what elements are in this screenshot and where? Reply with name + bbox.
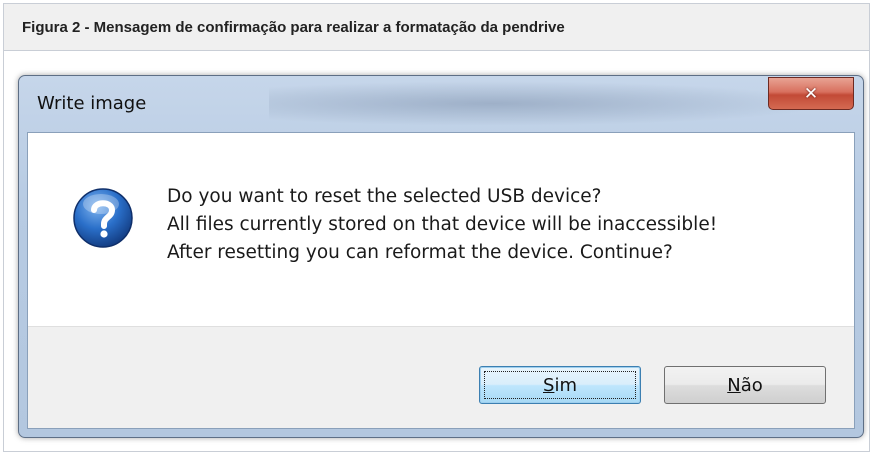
- confirmation-message: Do you want to reset the selected USB de…: [167, 183, 717, 267]
- close-button[interactable]: ✕: [768, 77, 854, 110]
- window-title: Write image: [37, 93, 147, 114]
- yes-label: im: [554, 374, 577, 396]
- yes-accelerator: S: [543, 374, 555, 396]
- dialog-client-area: Do you want to reset the selected USB de…: [27, 132, 855, 429]
- no-button[interactable]: Não: [664, 366, 826, 404]
- message-line: All files currently stored on that devic…: [167, 214, 718, 235]
- title-bar[interactable]: Write image ✕: [19, 76, 863, 132]
- button-bar: Sim Não: [28, 326, 854, 428]
- message-line: After resetting you can reformat the dev…: [167, 242, 673, 263]
- no-label: ão: [740, 374, 763, 396]
- dialog-window: Write image ✕ Do you want to reset the s…: [18, 75, 864, 438]
- figure-panel: Figura 2 - Mensagem de confirmação para …: [3, 3, 870, 452]
- no-accelerator: N: [727, 374, 741, 396]
- question-icon: [73, 188, 133, 248]
- message-line: Do you want to reset the selected USB de…: [167, 186, 602, 207]
- yes-button[interactable]: Sim: [479, 366, 641, 404]
- figure-caption: Figura 2 - Mensagem de confirmação para …: [4, 4, 869, 51]
- close-icon: ✕: [803, 83, 819, 104]
- screenshot-area: Write image ✕ Do you want to reset the s…: [4, 51, 869, 451]
- message-area: Do you want to reset the selected USB de…: [28, 133, 854, 326]
